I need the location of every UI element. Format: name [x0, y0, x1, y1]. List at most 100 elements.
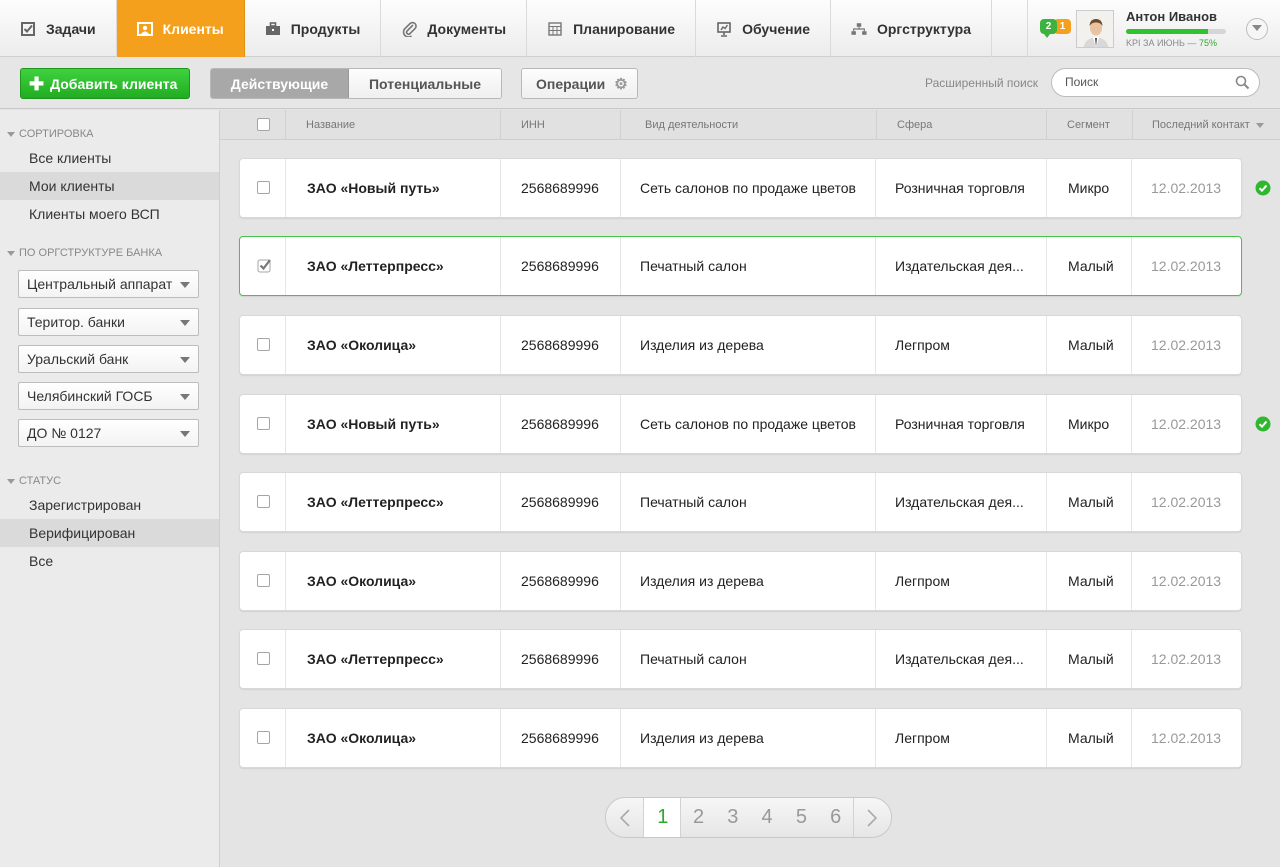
- cell-last-contact: 12.02.2013: [1131, 630, 1241, 688]
- row-checkbox[interactable]: [257, 417, 270, 430]
- tab-documents[interactable]: Документы: [381, 0, 528, 57]
- avatar[interactable]: [1076, 9, 1114, 48]
- sidebar-item-verified[interactable]: Верифицирован: [0, 519, 219, 547]
- advanced-search-link[interactable]: Расширенный поиск: [925, 76, 1038, 90]
- tab-tasks[interactable]: Задачи: [0, 0, 117, 57]
- column-header-activity[interactable]: Вид деятельности: [620, 110, 876, 140]
- gear-icon: ⚙: [614, 75, 628, 93]
- page-button-5[interactable]: 5: [784, 798, 818, 837]
- sidebar-item-my-branch-clients[interactable]: Клиенты моего ВСП: [0, 200, 219, 228]
- column-header-name[interactable]: Название: [285, 110, 500, 140]
- cell-segment: Малый: [1046, 552, 1131, 610]
- search-input[interactable]: [1065, 75, 1230, 89]
- cell-sphere: Легпром: [875, 552, 1046, 610]
- org-select-chelyabinsk[interactable]: Челябинский ГОСБ: [18, 382, 199, 410]
- sort-arrow-icon: [1255, 122, 1264, 128]
- column-header-last-contact-label: Последний контакт: [1152, 119, 1250, 131]
- page-button-2[interactable]: 2: [681, 798, 715, 837]
- table-row[interactable]: ЗАО «Леттерпресс» 2568689996 Печатный сало…: [239, 236, 1242, 296]
- sort-section-header[interactable]: Сортировка: [7, 128, 93, 140]
- cell-inn: 2568689996: [500, 709, 620, 767]
- cell-sphere: Издательская дея...: [875, 237, 1046, 295]
- row-checkbox[interactable]: [257, 338, 270, 351]
- collapse-triangle-icon: [7, 131, 15, 137]
- cell-name: ЗАО «Леттерпресс»: [285, 630, 500, 688]
- tab-active-clients[interactable]: Действующие: [211, 69, 349, 98]
- cell-segment: Малый: [1046, 709, 1131, 767]
- column-header-segment[interactable]: Сегмент: [1046, 110, 1132, 140]
- table-row[interactable]: ЗАО «Околица» 2568689996 Изделия из дерева…: [239, 708, 1242, 768]
- operations-button[interactable]: Операции ⚙: [521, 68, 638, 99]
- cell-name: ЗАО «Леттерпресс»: [285, 237, 500, 295]
- cell-inn: 2568689996: [500, 630, 620, 688]
- cell-activity: Сеть салонов по продаже цветов: [620, 395, 875, 453]
- tab-learning[interactable]: Обучение: [696, 0, 831, 57]
- sidebar-item-my-clients[interactable]: Мои клиенты: [0, 172, 219, 200]
- notification-badges[interactable]: 2 1: [1040, 17, 1071, 41]
- prev-page-button[interactable]: [606, 798, 645, 837]
- kpi-label-text: KPI за июнь —: [1126, 38, 1197, 48]
- tab-label: Обучение: [742, 20, 810, 37]
- org-select-territorial[interactable]: Територ. банки: [18, 308, 199, 336]
- pagination: 1 2 3 4 5 6: [605, 797, 892, 838]
- cell-activity: Изделия из дерева: [620, 709, 875, 767]
- select-all-checkbox[interactable]: [257, 118, 270, 131]
- cell-name: ЗАО «Околица»: [285, 316, 500, 374]
- sidebar-item-registered[interactable]: Зарегистрирован: [0, 491, 219, 519]
- checkbox-icon: [20, 21, 36, 37]
- cell-activity: Изделия из дерева: [620, 552, 875, 610]
- cell-last-contact: 12.02.2013: [1131, 473, 1241, 531]
- table-row[interactable]: ЗАО «Околица» 2568689996 Изделия из дерева…: [239, 551, 1242, 611]
- cell-inn: 2568689996: [500, 552, 620, 610]
- org-select-central[interactable]: Центральный аппарат: [18, 270, 199, 298]
- cell-segment: Малый: [1046, 316, 1131, 374]
- page-button-4[interactable]: 4: [750, 798, 784, 837]
- row-checkbox[interactable]: [257, 495, 270, 508]
- tab-planning[interactable]: Планирование: [527, 0, 697, 57]
- cell-inn: 2568689996: [500, 473, 620, 531]
- sidebar-item-all-statuses[interactable]: Все: [0, 547, 219, 575]
- table-row[interactable]: ЗАО «Леттерпресс» 2568689996 Печатный сало…: [239, 472, 1242, 532]
- dropdown-arrow-icon: [180, 282, 190, 288]
- table-header: Название ИНН Вид деятельности Сфера Сегм…: [220, 110, 1280, 140]
- row-checkbox[interactable]: [257, 574, 270, 587]
- notification-badge-green[interactable]: 2: [1040, 18, 1057, 38]
- select-value: Уральский банк: [27, 351, 129, 367]
- row-checkbox[interactable]: [257, 257, 271, 273]
- add-client-button[interactable]: ✚ Добавить клиента: [20, 68, 190, 99]
- page-button-3[interactable]: 3: [716, 798, 750, 837]
- row-checkbox[interactable]: [257, 731, 270, 744]
- org-section-header[interactable]: По оргструктуре банка: [7, 247, 162, 259]
- cell-last-contact: 12.02.2013: [1131, 709, 1241, 767]
- row-checkbox[interactable]: [257, 181, 270, 194]
- search-icon[interactable]: [1235, 75, 1250, 90]
- select-all-cell: [220, 110, 285, 140]
- tab-clients[interactable]: Клиенты: [116, 0, 245, 57]
- page-button-6[interactable]: 6: [819, 798, 853, 837]
- sidebar: Сортировка Все клиенты Мои клиенты Клиен…: [0, 110, 220, 867]
- client-status-switch: Действующие Потенциальные: [210, 68, 502, 99]
- dropdown-arrow-icon: [180, 431, 190, 437]
- org-select-ural[interactable]: Уральский банк: [18, 345, 199, 373]
- org-select-office[interactable]: ДО № 0127: [18, 419, 199, 447]
- tab-products[interactable]: Продукты: [245, 0, 382, 57]
- table-row[interactable]: ЗАО «Леттерпресс» 2568689996 Печатный сало…: [239, 629, 1242, 689]
- cell-segment: Малый: [1046, 630, 1131, 688]
- sidebar-item-all-clients[interactable]: Все клиенты: [0, 144, 219, 172]
- table-row[interactable]: ЗАО «Околица» 2568689996 Изделия из дерева…: [239, 315, 1242, 375]
- table-row[interactable]: ЗАО «Новый путь» 2568689996 Сеть салонов п…: [239, 158, 1242, 218]
- column-header-inn[interactable]: ИНН: [500, 110, 620, 140]
- cell-segment: Малый: [1046, 473, 1131, 531]
- status-section-header[interactable]: Статус: [7, 475, 61, 487]
- column-header-last-contact[interactable]: Последний контакт: [1132, 110, 1280, 140]
- tab-org-structure[interactable]: Оргструктура: [831, 0, 993, 57]
- cell-segment: Микро: [1046, 159, 1131, 217]
- table-row[interactable]: ЗАО «Новый путь» 2568689996 Сеть салонов п…: [239, 394, 1242, 454]
- profile-dropdown-button[interactable]: [1246, 17, 1268, 40]
- next-page-button[interactable]: [852, 798, 891, 837]
- page-button-1[interactable]: 1: [644, 798, 682, 837]
- column-header-sphere[interactable]: Сфера: [876, 110, 1046, 140]
- tab-potential-clients[interactable]: Потенциальные: [349, 69, 501, 98]
- tab-label: Задачи: [46, 20, 96, 37]
- row-checkbox[interactable]: [257, 652, 270, 665]
